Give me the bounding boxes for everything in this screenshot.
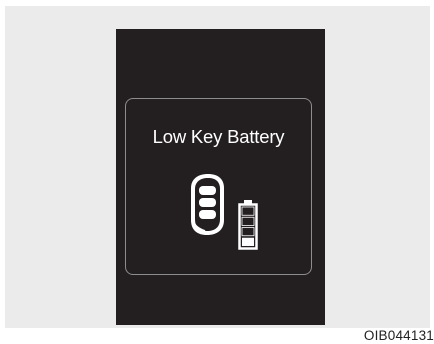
smart-key-fob-icon [191, 174, 224, 235]
battery-level-segments [241, 206, 255, 246]
warning-message-text: Low Key Battery [152, 126, 285, 147]
battery-segment-empty [241, 227, 255, 237]
battery-segment-empty [241, 206, 255, 216]
battery-segment-filled [242, 237, 254, 246]
fob-unlock-button [199, 198, 216, 207]
warning-message-box: Low Key Battery [125, 98, 312, 275]
fob-trunk-button [199, 210, 216, 219]
low-battery-icon [238, 200, 258, 250]
fob-lock-button [199, 186, 216, 195]
figure-code-label: OIB044131 [363, 328, 434, 343]
cluster-display-screen: Low Key Battery [116, 29, 325, 325]
battery-segment-empty [241, 216, 255, 226]
